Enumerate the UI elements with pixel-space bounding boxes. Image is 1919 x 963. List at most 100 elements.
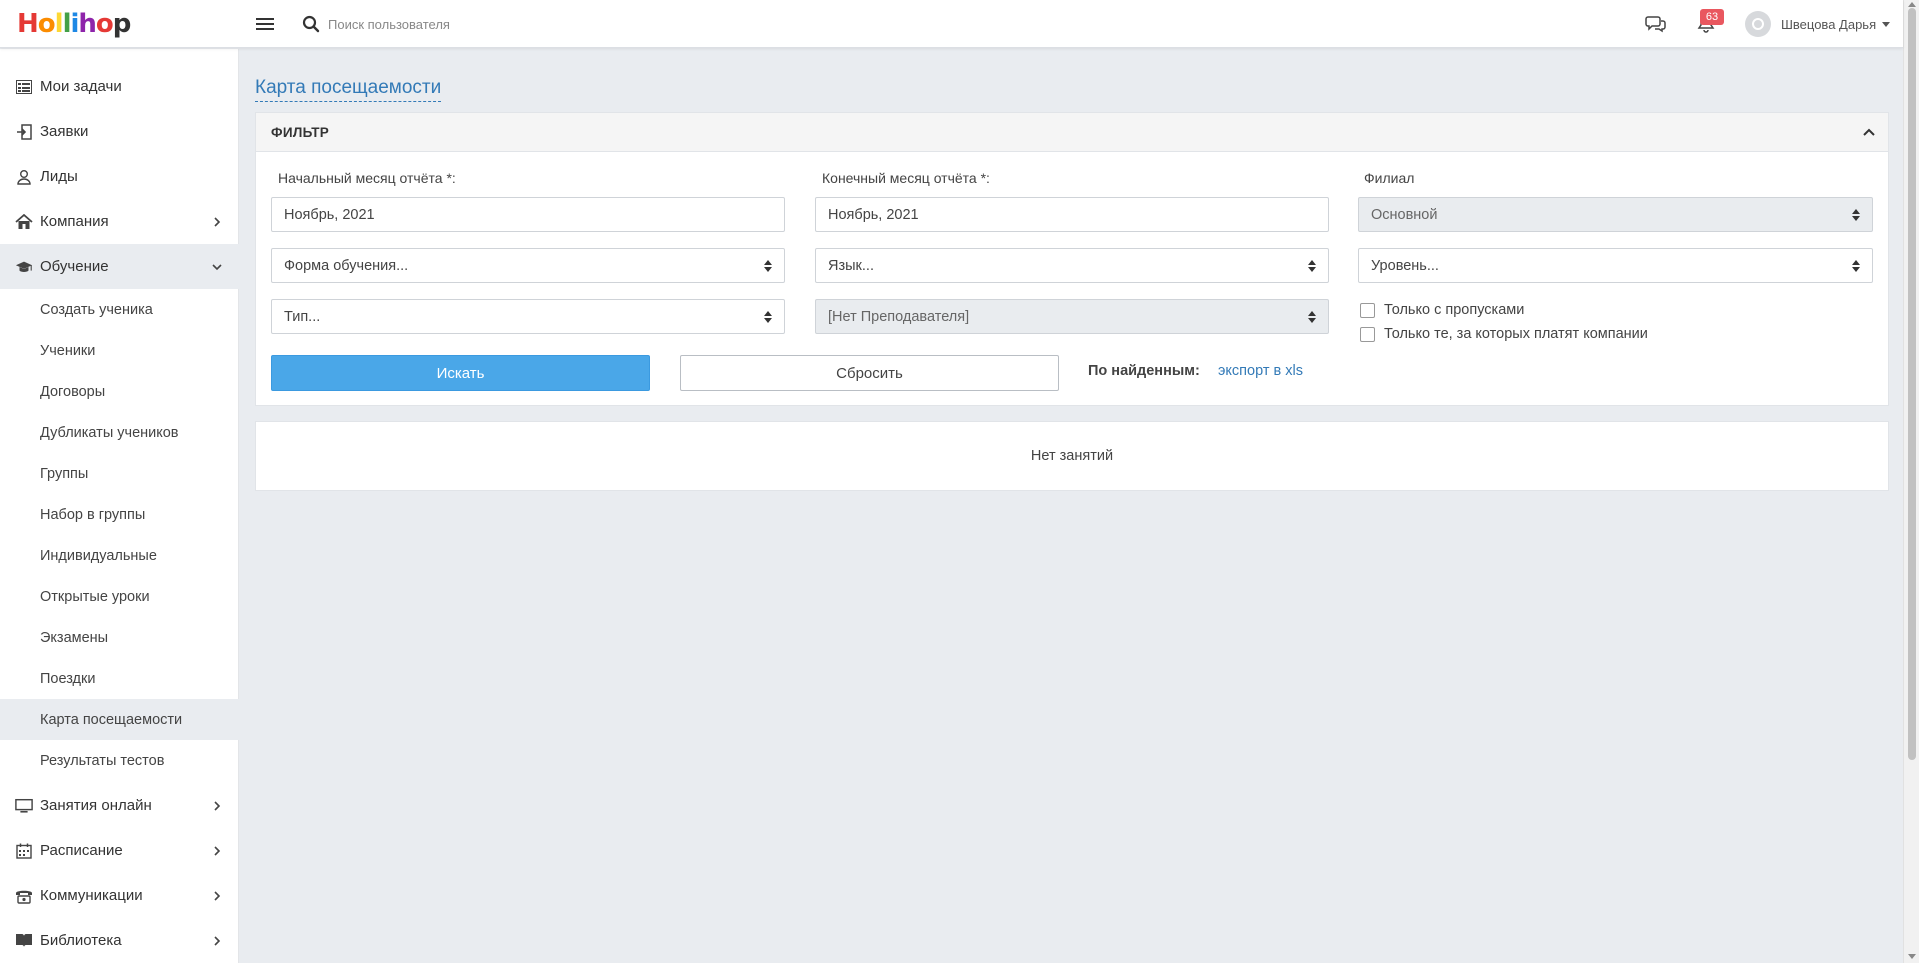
logo-letter: H bbox=[17, 9, 39, 39]
level-value: Уровень... bbox=[1371, 257, 1439, 274]
sidebar-subitem-label: Экзамены bbox=[40, 629, 109, 646]
menu-toggle-icon[interactable] bbox=[256, 15, 274, 33]
found-label: По найденным: bbox=[1088, 363, 1200, 379]
sidebar-item-communications[interactable]: Коммуникации bbox=[0, 873, 239, 918]
user-menu[interactable]: Швецова Дарья bbox=[1745, 11, 1891, 37]
sidebar-subitem-label: Открытые уроки bbox=[40, 588, 150, 605]
page-title[interactable]: Карта посещаемости bbox=[255, 76, 442, 102]
sidebar-item-library[interactable]: Библиотека bbox=[0, 918, 239, 963]
branch-value: Основной bbox=[1371, 206, 1438, 223]
sidebar-item-label: Лиды bbox=[40, 168, 78, 185]
sidebar-subitem-groups[interactable]: Группы bbox=[0, 453, 239, 494]
type-value: Тип... bbox=[284, 308, 321, 325]
graduation-cap-icon bbox=[15, 258, 33, 276]
select-arrows-icon bbox=[1308, 311, 1316, 323]
tasks-list-icon bbox=[15, 78, 33, 96]
sidebar: Мои задачи Заявки Лиды Компания Обучение… bbox=[0, 49, 239, 963]
book-icon bbox=[15, 932, 33, 950]
end-month-value: Ноябрь, 2021 bbox=[828, 206, 919, 223]
sidebar-subitem-label: Результаты тестов bbox=[40, 752, 165, 769]
chevron-right-icon bbox=[212, 845, 222, 856]
user-search-input[interactable] bbox=[328, 12, 708, 36]
sign-in-icon bbox=[15, 123, 33, 141]
sidebar-subitem-label: Индивидуальные bbox=[40, 547, 157, 564]
sidebar-item-label: Расписание bbox=[40, 842, 123, 859]
sidebar-subitem-open-lessons[interactable]: Открытые уроки bbox=[0, 576, 239, 617]
logo-letter: o bbox=[95, 9, 114, 39]
study-form-select[interactable]: Форма обучения... bbox=[271, 248, 785, 283]
branch-select[interactable]: Основной bbox=[1358, 197, 1873, 232]
search-button[interactable]: Искать bbox=[271, 355, 650, 391]
logo-letter: p bbox=[112, 9, 132, 39]
sidebar-subitem-individual[interactable]: Индивидуальные bbox=[0, 535, 239, 576]
sidebar-subitem-student-duplicates[interactable]: Дубликаты учеников bbox=[0, 412, 239, 453]
sidebar-subitem-label: Набор в группы bbox=[40, 506, 146, 523]
sidebar-subitem-test-results[interactable]: Результаты тестов bbox=[0, 740, 239, 781]
chevron-up-icon[interactable] bbox=[1862, 125, 1876, 139]
sidebar-subitem-label: Группы bbox=[40, 465, 89, 482]
sidebar-item-label: Обучение bbox=[40, 258, 109, 275]
export-xls-link[interactable]: экспорт в xls bbox=[1218, 363, 1303, 379]
select-arrows-icon bbox=[1308, 260, 1316, 272]
only-company-paid-checkbox-row[interactable]: Только те, за которых платят компании bbox=[1360, 326, 1648, 342]
sidebar-subitem-trips[interactable]: Поездки bbox=[0, 658, 239, 699]
teacher-select[interactable]: [Нет Преподавателя] bbox=[815, 299, 1329, 334]
user-name: Швецова Дарья bbox=[1781, 16, 1877, 32]
caret-down-icon bbox=[1882, 21, 1891, 27]
reset-button[interactable]: Сбросить bbox=[680, 355, 1059, 391]
top-bar: Hollihop 63 Швецова Дарья bbox=[0, 0, 1903, 48]
sidebar-item-leads[interactable]: Лиды bbox=[0, 154, 239, 199]
only-company-paid-label: Только те, за которых платят компании bbox=[1384, 326, 1648, 342]
sidebar-subitem-label: Поездки bbox=[40, 670, 96, 687]
sidebar-subitem-create-student[interactable]: Создать ученика bbox=[0, 289, 239, 330]
sidebar-subitem-group-enrollment[interactable]: Набор в группы bbox=[0, 494, 239, 535]
sidebar-subitem-label: Создать ученика bbox=[40, 301, 153, 318]
sidebar-subitem-contracts[interactable]: Договоры bbox=[0, 371, 239, 412]
sidebar-subitem-attendance-map[interactable]: Карта посещаемости bbox=[0, 699, 239, 740]
page-scrollbar[interactable] bbox=[1903, 0, 1919, 963]
start-month-field[interactable]: Ноябрь, 2021 bbox=[271, 197, 785, 232]
sidebar-item-label: Компания bbox=[40, 213, 109, 230]
results-panel: Нет занятий bbox=[255, 421, 1889, 491]
language-value: Язык... bbox=[828, 257, 874, 274]
logo-letter: l bbox=[54, 9, 64, 39]
sidebar-item-label: Коммуникации bbox=[40, 887, 143, 904]
study-form-value: Форма обучения... bbox=[284, 257, 409, 274]
only-absences-checkbox[interactable] bbox=[1360, 302, 1375, 318]
scroll-up-arrow-icon[interactable] bbox=[1908, 2, 1916, 7]
filter-heading: ФИЛЬТР bbox=[271, 125, 330, 140]
sidebar-item-online-lessons[interactable]: Занятия онлайн bbox=[0, 783, 239, 828]
chat-icon[interactable] bbox=[1645, 14, 1667, 34]
scroll-down-arrow-icon[interactable] bbox=[1908, 954, 1916, 959]
hollihop-logo[interactable]: Hollihop bbox=[17, 9, 132, 39]
chevron-right-icon bbox=[212, 800, 222, 811]
scroll-thumb[interactable] bbox=[1908, 8, 1916, 760]
user-icon bbox=[15, 168, 33, 186]
language-select[interactable]: Язык... bbox=[815, 248, 1329, 283]
select-arrows-icon bbox=[1852, 260, 1860, 272]
sidebar-item-education[interactable]: Обучение bbox=[0, 244, 239, 289]
notifications-badge: 63 bbox=[1700, 9, 1724, 25]
end-month-field[interactable]: Ноябрь, 2021 bbox=[815, 197, 1329, 232]
monitor-icon bbox=[15, 797, 33, 815]
avatar bbox=[1745, 11, 1771, 37]
chevron-down-icon bbox=[212, 262, 222, 272]
type-select[interactable]: Тип... bbox=[271, 299, 785, 334]
sidebar-subitem-students[interactable]: Ученики bbox=[0, 330, 239, 371]
sidebar-item-requests[interactable]: Заявки bbox=[0, 109, 239, 154]
phone-icon bbox=[15, 887, 33, 905]
sidebar-item-my-tasks[interactable]: Мои задачи bbox=[0, 64, 239, 109]
level-select[interactable]: Уровень... bbox=[1358, 248, 1873, 283]
only-absences-checkbox-row[interactable]: Только с пропусками bbox=[1360, 302, 1524, 318]
sidebar-item-label: Заявки bbox=[40, 123, 89, 140]
branch-label: Филиал bbox=[1364, 170, 1415, 186]
sidebar-item-label: Библиотека bbox=[40, 932, 122, 949]
sidebar-item-schedule[interactable]: Расписание bbox=[0, 828, 239, 873]
only-company-paid-checkbox[interactable] bbox=[1360, 326, 1375, 342]
sidebar-subitem-exams[interactable]: Экзамены bbox=[0, 617, 239, 658]
logo-letter: h bbox=[78, 9, 96, 39]
no-lessons-text: Нет занятий bbox=[1030, 448, 1114, 464]
sidebar-item-company[interactable]: Компания bbox=[0, 199, 239, 244]
chevron-right-icon bbox=[212, 935, 222, 946]
chevron-right-icon bbox=[212, 890, 222, 901]
